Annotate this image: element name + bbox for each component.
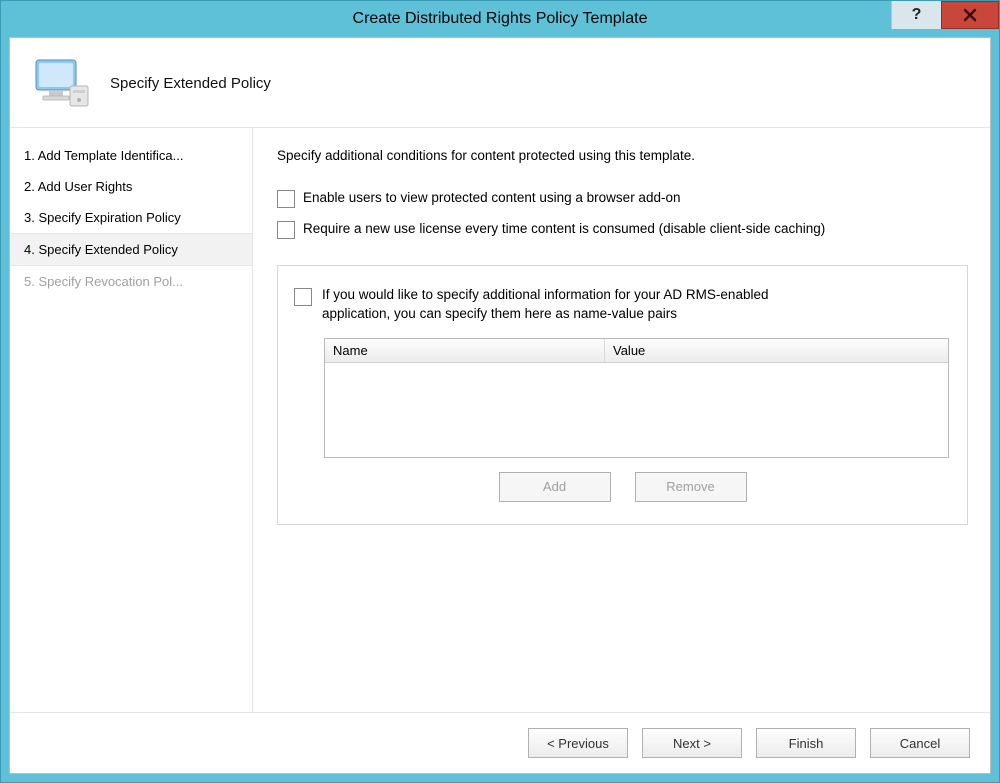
wizard-window: Create Distributed Rights Policy Templat…: [0, 0, 1000, 783]
new-license-label: Require a new use license every time con…: [303, 220, 825, 238]
name-value-chk-row: If you would like to specify additional …: [294, 286, 951, 324]
browser-addon-checkbox[interactable]: [277, 190, 295, 208]
new-license-row: Require a new use license every time con…: [277, 220, 968, 239]
name-value-table[interactable]: Name Value: [324, 338, 949, 458]
close-icon: [963, 8, 977, 22]
cancel-button[interactable]: Cancel: [870, 728, 970, 758]
content-pane: Specify additional conditions for conten…: [253, 128, 990, 712]
wizard-body: 1. Add Template Identifica... 2. Add Use…: [10, 128, 990, 712]
sidebar-step-4[interactable]: 4. Specify Extended Policy: [10, 233, 252, 266]
help-button[interactable]: ?: [891, 1, 941, 29]
name-value-group: If you would like to specify additional …: [277, 265, 968, 525]
column-value[interactable]: Value: [605, 339, 948, 362]
steps-sidebar: 1. Add Template Identifica... 2. Add Use…: [10, 128, 253, 712]
remove-button: Remove: [635, 472, 747, 502]
add-button: Add: [499, 472, 611, 502]
browser-addon-row: Enable users to view protected content u…: [277, 189, 968, 208]
sidebar-step-3[interactable]: 3. Specify Expiration Policy: [10, 202, 252, 233]
previous-button[interactable]: < Previous: [528, 728, 628, 758]
window-title: Create Distributed Rights Policy Templat…: [1, 10, 999, 28]
sidebar-step-5: 5. Specify Revocation Pol...: [10, 266, 252, 297]
monitor-icon: [32, 56, 92, 111]
close-button[interactable]: [941, 1, 999, 29]
sidebar-step-1[interactable]: 1. Add Template Identifica...: [10, 140, 252, 171]
next-button[interactable]: Next >: [642, 728, 742, 758]
finish-button[interactable]: Finish: [756, 728, 856, 758]
table-header: Name Value: [325, 339, 948, 363]
intro-text: Specify additional conditions for conten…: [277, 148, 968, 163]
titlebar-buttons: ?: [891, 1, 999, 31]
table-buttons: Add Remove: [294, 472, 951, 502]
column-name[interactable]: Name: [325, 339, 605, 362]
wizard-step-title: Specify Extended Policy: [110, 75, 271, 92]
new-license-checkbox[interactable]: [277, 221, 295, 239]
wizard-footer: < Previous Next > Finish Cancel: [10, 712, 990, 773]
sidebar-step-2[interactable]: 2. Add User Rights: [10, 171, 252, 202]
browser-addon-label: Enable users to view protected content u…: [303, 189, 680, 207]
titlebar: Create Distributed Rights Policy Templat…: [1, 1, 999, 37]
name-value-label: If you would like to specify additional …: [322, 286, 782, 324]
wizard-header: Specify Extended Policy: [10, 38, 990, 128]
name-value-checkbox[interactable]: [294, 288, 312, 306]
client-area: Specify Extended Policy 1. Add Template …: [9, 37, 991, 774]
